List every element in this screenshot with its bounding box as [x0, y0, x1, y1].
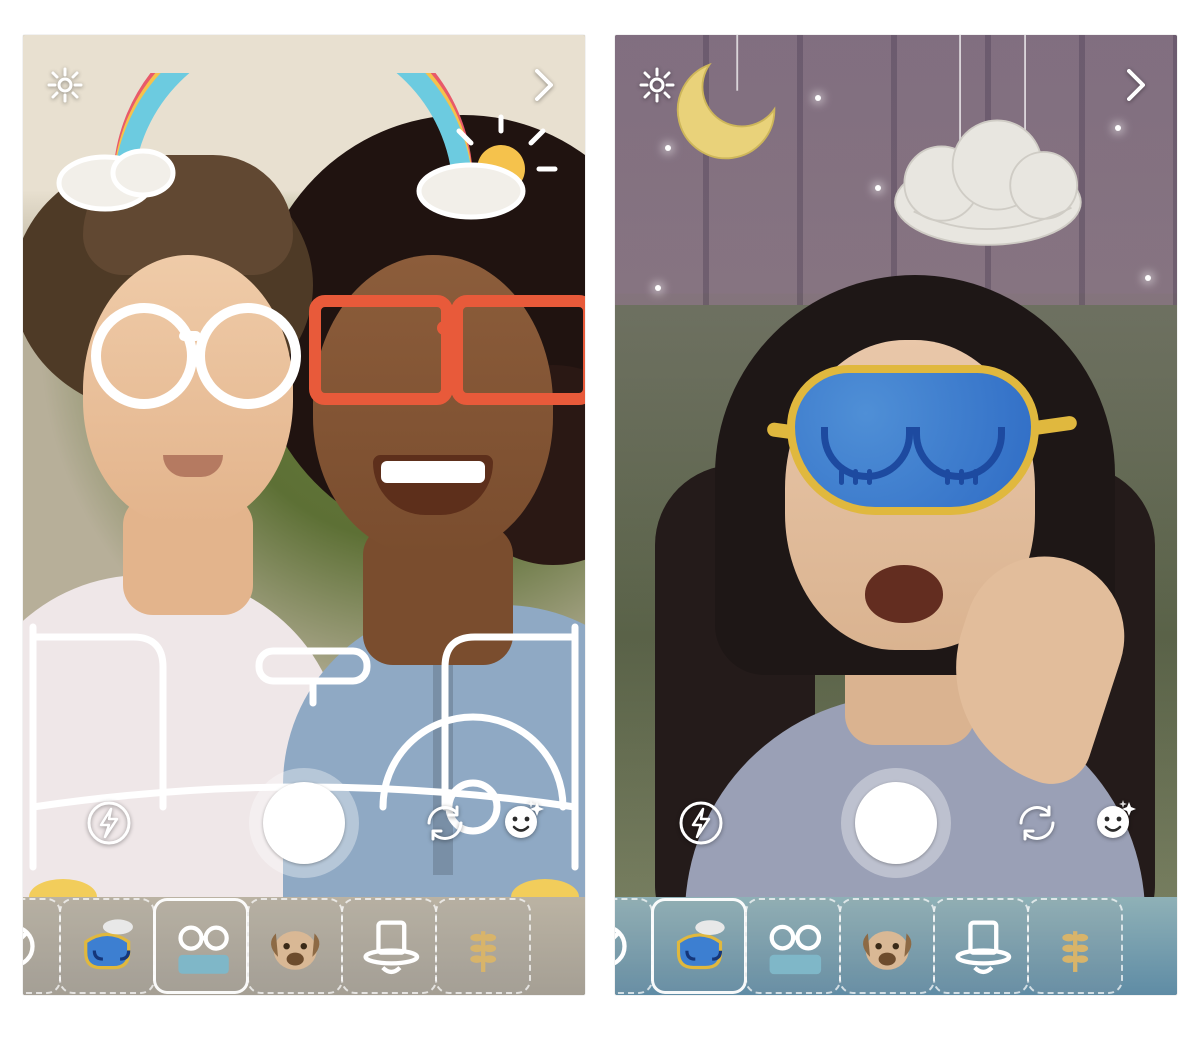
shutter-inner-icon [855, 782, 937, 864]
round-glasses-overlay [179, 331, 201, 341]
face-filters-button[interactable] [1093, 800, 1139, 846]
filter-thumb-puppy[interactable] [247, 898, 343, 994]
filter-thumb-top-hat[interactable] [933, 898, 1029, 994]
sleep-mask-overlay [787, 365, 1039, 515]
camera-screen-sleepy [615, 35, 1177, 995]
camera-viewport [615, 35, 1177, 897]
red-glasses-overlay [309, 295, 453, 405]
filter-thumb-rainbow-road-trip[interactable] [745, 898, 841, 994]
filter-thumb-sleep-mask[interactable] [59, 898, 155, 994]
filter-thumb-wheat[interactable] [435, 898, 531, 994]
filter-thumb-sleep-mask[interactable] [651, 898, 747, 994]
shutter-button[interactable] [249, 768, 359, 878]
settings-button[interactable] [47, 67, 83, 103]
red-glasses-overlay [437, 321, 461, 335]
subject-mouth [865, 565, 943, 623]
shutter-inner-icon [263, 782, 345, 864]
flash-toggle[interactable] [679, 801, 723, 845]
flash-toggle[interactable] [87, 801, 131, 845]
filter-thumb-none[interactable] [23, 898, 61, 994]
filter-thumb-none[interactable] [615, 898, 653, 994]
camera-screen-rainbow [23, 35, 585, 995]
face-filters-button[interactable] [501, 800, 547, 846]
subject-mouth [381, 461, 485, 483]
filter-tray[interactable] [615, 897, 1177, 995]
settings-button[interactable] [639, 67, 675, 103]
round-glasses-overlay [91, 303, 197, 409]
next-button[interactable] [525, 65, 561, 105]
next-button[interactable] [1117, 65, 1153, 105]
shutter-button[interactable] [841, 768, 951, 878]
round-glasses-overlay [195, 303, 301, 409]
filter-thumb-puppy[interactable] [839, 898, 935, 994]
filter-tray[interactable] [23, 897, 585, 995]
red-glasses-overlay [451, 295, 585, 405]
filter-thumb-top-hat[interactable] [341, 898, 437, 994]
switch-camera-button[interactable] [423, 801, 467, 845]
camera-viewport [23, 35, 585, 897]
filter-thumb-rainbow-road-trip[interactable] [153, 898, 249, 994]
switch-camera-button[interactable] [1015, 801, 1059, 845]
filter-thumb-wheat[interactable] [1027, 898, 1123, 994]
